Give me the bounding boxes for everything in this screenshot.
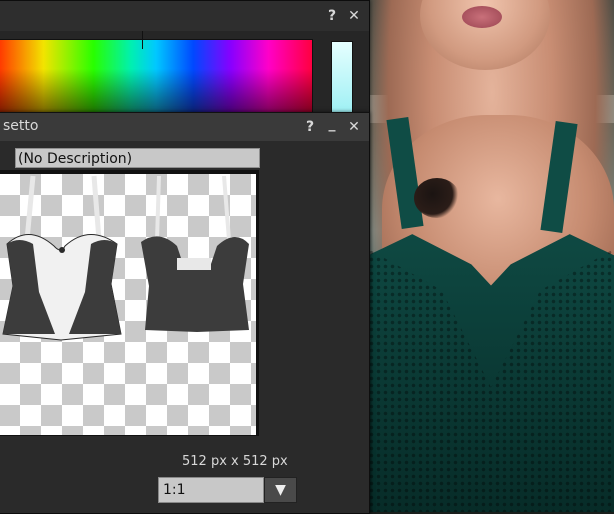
close-icon[interactable]: ✕ [345, 118, 363, 136]
close-icon[interactable]: ✕ [345, 7, 363, 25]
texture-dimensions: 512 px x 512 px [182, 454, 288, 469]
luminosity-slider[interactable] [331, 41, 353, 113]
texture-preview-titlebar[interactable]: setto ? _ ✕ [0, 113, 369, 141]
garment-back [141, 175, 249, 332]
help-icon[interactable]: ? [323, 7, 341, 25]
help-icon[interactable]: ? [301, 118, 319, 136]
texture-image [0, 174, 256, 435]
chevron-down-icon[interactable]: ▼ [264, 477, 297, 503]
hue-saturation-picker[interactable] [0, 39, 313, 113]
garment-texture-graphic [2, 175, 249, 341]
garment-front [2, 175, 122, 341]
texture-preview-floater: setto ? _ ✕ (No Description) 512 px x 51… [0, 112, 370, 514]
color-picker-titlebar[interactable]: ? ✕ [0, 1, 369, 31]
avatar-lips [462, 6, 502, 28]
window-title: setto [3, 118, 39, 134]
description-field[interactable]: (No Description) [15, 148, 260, 168]
minimize-icon[interactable]: _ [323, 115, 341, 133]
aspect-ratio-combo[interactable]: 1:1 [158, 477, 264, 503]
avatar-tattoo [414, 178, 460, 218]
hue-marker[interactable] [142, 31, 143, 49]
